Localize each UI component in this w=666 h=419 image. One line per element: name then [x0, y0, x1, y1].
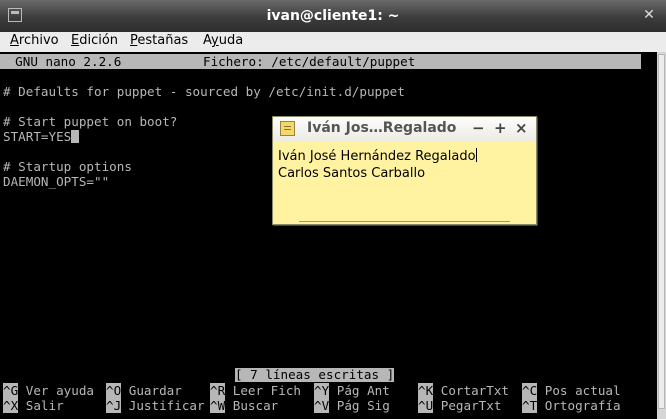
- status-message: [ 7 líneas escritas ]: [235, 367, 395, 382]
- menu-pestanas[interactable]: Pestañas: [130, 33, 188, 48]
- note-resize-grip[interactable]: [299, 221, 510, 224]
- menu-archivo[interactable]: Archivo: [10, 33, 59, 48]
- window-title: ivan@cliente1: ~: [266, 8, 400, 24]
- menu-pestanas-label: estañas: [137, 33, 189, 48]
- terminal-window: ivan@cliente1: ~ ✕ Archivo Edición Pesta…: [0, 0, 666, 419]
- note-close-button[interactable]: ×: [515, 119, 528, 137]
- shortcut-read-file[interactable]: ^R Leer Fich: [210, 383, 301, 398]
- file-line-5: DAEMON_OPTS="": [3, 174, 110, 189]
- file-line-3: START=YES: [3, 129, 80, 144]
- menu-ayuda[interactable]: Ayuda: [203, 33, 243, 48]
- shortcut-exit[interactable]: ^X Salir: [3, 398, 64, 413]
- shortcut-help[interactable]: ^G Ver ayuda: [3, 383, 94, 398]
- shortcut-spell[interactable]: ^T Ortografía: [522, 398, 621, 413]
- nano-version: GNU nano 2.2.6: [0, 54, 122, 69]
- nano-filename: Fichero: /etc/default/puppet: [203, 54, 416, 69]
- note-maximize-button[interactable]: +: [494, 119, 507, 137]
- close-icon[interactable]: ✕: [641, 7, 657, 23]
- shortcut-cur-pos[interactable]: ^C Pos actual: [522, 383, 621, 398]
- shortcut-next-page[interactable]: ^V Pág Sig: [314, 398, 390, 413]
- note-icon: [280, 121, 295, 136]
- menu-archivo-label: rchivo: [18, 33, 59, 48]
- file-line-3-text: START=YES: [3, 129, 72, 144]
- menu-bar: Archivo Edición Pestañas Ayuda: [0, 32, 666, 52]
- menu-archivo-accel: A: [10, 33, 19, 48]
- file-line-2: # Start puppet on boot?: [3, 114, 178, 129]
- note-minimize-button[interactable]: −: [472, 119, 485, 137]
- note-body[interactable]: Iván José Hernández Regalado Carlos Sant…: [278, 148, 477, 182]
- menu-edicion-label: dición: [79, 33, 119, 48]
- text-cursor: [71, 130, 80, 143]
- note-line-1: Iván José Hernández Regalado: [278, 148, 477, 164]
- menu-ayuda-accel: y: [211, 33, 219, 48]
- sticky-note[interactable]: Iván Jos…Regalado − + × Iván José Hernán…: [272, 116, 537, 225]
- shortcut-paste[interactable]: ^U PegarTxt: [418, 398, 501, 413]
- shortcut-cut[interactable]: ^K CortarTxt: [418, 383, 509, 398]
- shortcut-prev-page[interactable]: ^Y Pág Ant: [314, 383, 390, 398]
- scrollbar[interactable]: [657, 52, 666, 419]
- menu-ayuda-pre: A: [203, 33, 212, 48]
- note-title: Iván Jos…Regalado: [307, 120, 457, 136]
- shortcut-search[interactable]: ^W Buscar: [210, 398, 278, 413]
- file-line-4: # Startup options: [3, 159, 132, 174]
- menu-edicion-accel: E: [71, 33, 80, 48]
- note-line-2: Carlos Santos Carballo: [278, 166, 426, 181]
- scroll-thumb[interactable]: [658, 54, 665, 409]
- nano-header: GNU nano 2.2.6 Fichero: /etc/default/pupp…: [0, 54, 641, 69]
- title-bar[interactable]: ivan@cliente1: ~ ✕: [0, 0, 666, 32]
- terminal-area[interactable]: GNU nano 2.2.6 Fichero: /etc/default/pupp…: [0, 52, 657, 419]
- shortcut-justify[interactable]: ^J Justificar: [106, 398, 205, 413]
- menu-edicion[interactable]: Edición: [71, 33, 118, 48]
- note-title-bar[interactable]: Iván Jos…Regalado − + ×: [273, 117, 536, 141]
- menu-ayuda-post: uda: [218, 33, 244, 48]
- shortcut-save[interactable]: ^O Guardar: [106, 383, 182, 398]
- file-line-1: # Defaults for puppet - sourced by /etc/…: [3, 84, 405, 99]
- note-caret: [475, 148, 477, 162]
